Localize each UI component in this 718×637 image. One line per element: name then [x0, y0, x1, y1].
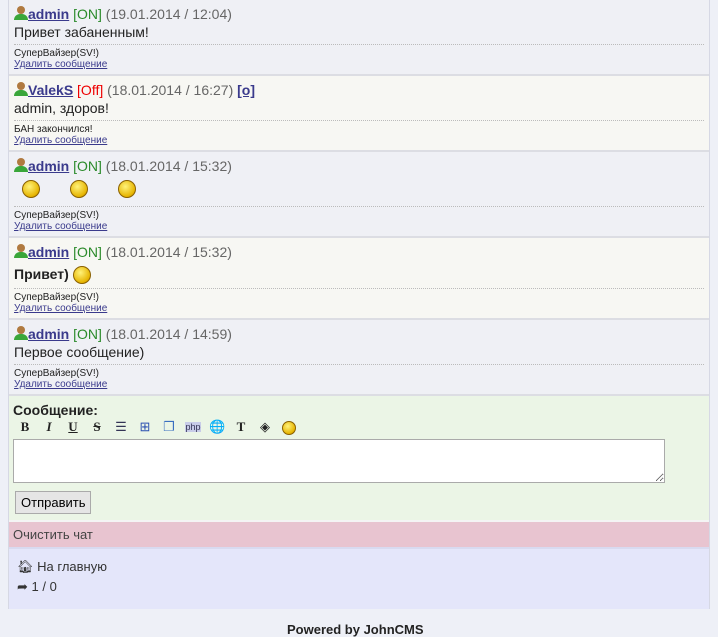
spoiler-icon[interactable]: ⊞	[137, 419, 153, 435]
text-color-icon[interactable]: T	[233, 419, 249, 435]
message-text: Первое сообщение)	[14, 344, 145, 361]
user-icon	[14, 326, 28, 341]
delete-message-link[interactable]: Удалить сообщение	[14, 303, 704, 314]
status-badge: [ON]	[73, 6, 102, 22]
smiley-icon	[22, 180, 40, 198]
bg-color-icon[interactable]: ◈	[257, 419, 273, 435]
status-badge: [ON]	[73, 158, 102, 174]
list-icon[interactable]: ☰	[113, 419, 129, 435]
bbcode-toolbar: B I U S ☰ ⊞ ❐ php 🌐 T ◈	[17, 419, 705, 436]
powered-by: Powered by JohnCMS	[287, 622, 424, 637]
url-icon[interactable]: 🌐	[209, 419, 225, 435]
message-item: admin [ON] (19.01.2014 / 12:04) Привет за…	[9, 0, 709, 76]
counter: 1 / 0	[31, 579, 57, 595]
message-text: Привет забаненным!	[14, 24, 149, 40]
reply-link[interactable]: [о]	[237, 82, 255, 98]
message-form: Сообщение: B I U S ☰ ⊞ ❐ php 🌐 T ◈ Отпра…	[9, 396, 709, 521]
php-icon[interactable]: php	[185, 422, 201, 433]
home-link[interactable]: 🏠︎ На главную	[17, 557, 701, 577]
message-input[interactable]	[13, 439, 665, 484]
username-link[interactable]: admin	[28, 244, 69, 260]
user-icon	[14, 244, 28, 258]
signature: СуперВайзер(SV!)	[14, 206, 704, 221]
bold-icon[interactable]: B	[17, 419, 33, 435]
footer-nav: 🏠︎ На главную ➦ 1 / 0	[9, 547, 709, 610]
underline-icon[interactable]: U	[65, 419, 81, 435]
timestamp: (18.01.2014 / 15:32)	[105, 244, 232, 260]
share-arrow-icon: ➦	[17, 579, 28, 595]
form-label: Сообщение:	[13, 402, 98, 419]
strike-icon[interactable]: S	[89, 419, 105, 435]
delete-message-link[interactable]: Удалить сообщение	[14, 59, 704, 70]
home-label: На главную	[37, 559, 107, 575]
chat: admin [ON] (19.01.2014 / 12:04) Привет за…	[8, 0, 710, 610]
delete-message-link[interactable]: Удалить сообщение	[14, 135, 704, 146]
status-badge: [ON]	[73, 244, 102, 260]
username-link[interactable]: admin	[28, 326, 69, 342]
smiley-icon	[118, 180, 136, 198]
message-item: admin [ON] (18.01.2014 / 15:32) СуперВайз…	[9, 152, 709, 238]
user-icon	[14, 82, 28, 96]
message-item: ValekS [Off] (18.01.2014 / 16:27) [о] adm…	[9, 76, 709, 152]
smileys	[14, 176, 704, 202]
username-link[interactable]: ValekS	[28, 82, 73, 98]
signature: СуперВайзер(SV!)	[14, 44, 704, 59]
timestamp: (19.01.2014 / 12:04)	[105, 6, 232, 22]
message-item: admin [ON] (18.01.2014 / 15:32) Привет) С…	[9, 238, 709, 321]
italic-icon[interactable]: I	[41, 419, 57, 435]
user-icon	[14, 6, 28, 20]
message-text: admin, здоров!	[14, 100, 109, 116]
delete-message-link[interactable]: Удалить сообщение	[14, 221, 704, 232]
submit-button[interactable]: Отправить	[15, 491, 92, 515]
message-text: Привет)	[14, 266, 69, 282]
delete-message-link[interactable]: Удалить сообщение	[14, 379, 704, 390]
smiley-icon	[72, 266, 91, 285]
timestamp: (18.01.2014 / 15:32)	[105, 158, 232, 174]
signature: СуперВайзер(SV!)	[14, 288, 704, 303]
timestamp: (18.01.2014 / 14:59)	[105, 326, 232, 343]
home-icon: 🏠︎	[17, 559, 34, 575]
signature: СуперВайзер(SV!)	[14, 364, 704, 379]
status-badge: [ON]	[73, 326, 102, 343]
quote-icon[interactable]: ❐	[161, 419, 177, 435]
smileys-icon[interactable]	[281, 420, 297, 436]
clear-chat-link[interactable]: Очистить чат	[9, 520, 709, 548]
status-badge: [Off]	[77, 82, 104, 98]
username-link[interactable]: admin	[28, 158, 69, 174]
message-item: admin [ON] (18.01.2014 / 14:59) Первое со…	[9, 320, 709, 397]
user-icon	[14, 158, 28, 172]
username-link[interactable]: admin	[28, 6, 69, 22]
timestamp: (18.01.2014 / 16:27)	[107, 82, 234, 98]
signature: БАН закончился!	[14, 120, 704, 135]
smiley-icon	[70, 180, 88, 198]
